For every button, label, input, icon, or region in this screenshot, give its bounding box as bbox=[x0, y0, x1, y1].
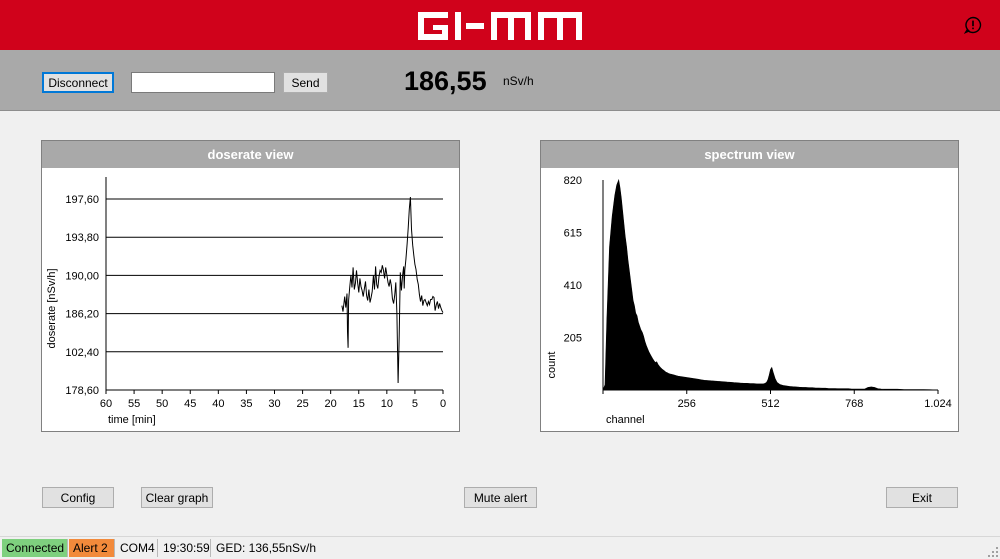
x-tick-label: 55 bbox=[128, 398, 140, 410]
dose-rate-value: 186,55 bbox=[404, 66, 487, 96]
x-tick-label: 60 bbox=[100, 398, 112, 410]
send-button[interactable]: Send bbox=[283, 72, 328, 93]
x-tick-label: 10 bbox=[381, 398, 393, 410]
status-time: 19:30:59 bbox=[159, 539, 211, 557]
resize-grip-icon[interactable] bbox=[988, 547, 998, 557]
x-tick-label: 20 bbox=[325, 398, 337, 410]
y-tick-label: 615 bbox=[564, 228, 582, 240]
logo bbox=[418, 12, 582, 40]
status-connected: Connected bbox=[2, 539, 68, 557]
y-tick-label: 190,00 bbox=[65, 270, 99, 282]
doserate-chart: 197,60193,80190,00186,20102,40178,6060 55… bbox=[46, 177, 446, 426]
status-port: COM4 bbox=[116, 539, 158, 557]
doserate-panel: doserate view 197,60 193,80 190,00 186,20 10… bbox=[41, 140, 460, 432]
x-axis-label: time [min] bbox=[108, 414, 156, 426]
y-tick-label: 410 bbox=[564, 280, 582, 292]
spectrum-panel: spectrum view 820 615 410 205 256 512 768 1.024… bbox=[540, 140, 959, 432]
x-tick-label: 25 bbox=[296, 398, 308, 410]
mute-alert-button[interactable]: Mute alert bbox=[464, 487, 537, 508]
command-input[interactable] bbox=[131, 72, 275, 93]
clear-graph-button[interactable]: Clear graph bbox=[141, 487, 213, 508]
status-bar: Connected Alert 2 COM4 19:30:59 GED: 136… bbox=[0, 536, 1000, 559]
x-tick-label: 256 bbox=[678, 398, 696, 410]
y-tick-label: 193,80 bbox=[65, 232, 99, 244]
y-tick-label: 178,60 bbox=[65, 385, 99, 397]
x-tick-label: 768 bbox=[845, 398, 863, 410]
x-tick-label: 35 bbox=[240, 398, 252, 410]
x-tick-label: 30 bbox=[268, 398, 280, 410]
x-tick-label: 0 bbox=[440, 398, 446, 410]
config-button[interactable]: Config bbox=[42, 487, 114, 508]
spectrum-chart: 820 615 410 205 256 512 768 1.024 channel count bbox=[546, 175, 952, 426]
doserate-series-line bbox=[341, 196, 444, 384]
x-tick-label: 50 bbox=[156, 398, 168, 410]
status-alert: Alert 2 bbox=[69, 539, 115, 557]
y-tick-label: 205 bbox=[564, 333, 582, 345]
info-icon[interactable] bbox=[964, 16, 982, 34]
dose-rate-unit: nSv/h bbox=[503, 74, 534, 88]
y-axis-label: doserate [nSv/h] bbox=[46, 268, 58, 348]
header-banner bbox=[0, 0, 1000, 50]
y-tick-label: 102,40 bbox=[65, 347, 99, 359]
y-tick-label: 820 bbox=[564, 175, 582, 187]
x-tick-label: 1.024 bbox=[924, 398, 952, 410]
x-tick-label: 45 bbox=[184, 398, 196, 410]
y-tick-label: 186,20 bbox=[65, 309, 99, 321]
spectrum-series-area bbox=[602, 178, 939, 391]
exit-button[interactable]: Exit bbox=[886, 487, 958, 508]
x-tick-label: 15 bbox=[353, 398, 365, 410]
y-tick-label: 197,60 bbox=[65, 194, 99, 206]
y-axis-label: count bbox=[546, 352, 558, 379]
doserate-panel-title: doserate view bbox=[42, 141, 459, 168]
x-tick-label: 5 bbox=[412, 398, 418, 410]
spectrum-panel-title: spectrum view bbox=[541, 141, 958, 168]
x-tick-label: 40 bbox=[212, 398, 224, 410]
x-tick-label: 512 bbox=[761, 398, 779, 410]
status-ged: GED: 136,55nSv/h bbox=[216, 541, 317, 555]
x-axis-label: channel bbox=[606, 414, 645, 426]
disconnect-button[interactable]: Disconnect bbox=[42, 72, 114, 93]
